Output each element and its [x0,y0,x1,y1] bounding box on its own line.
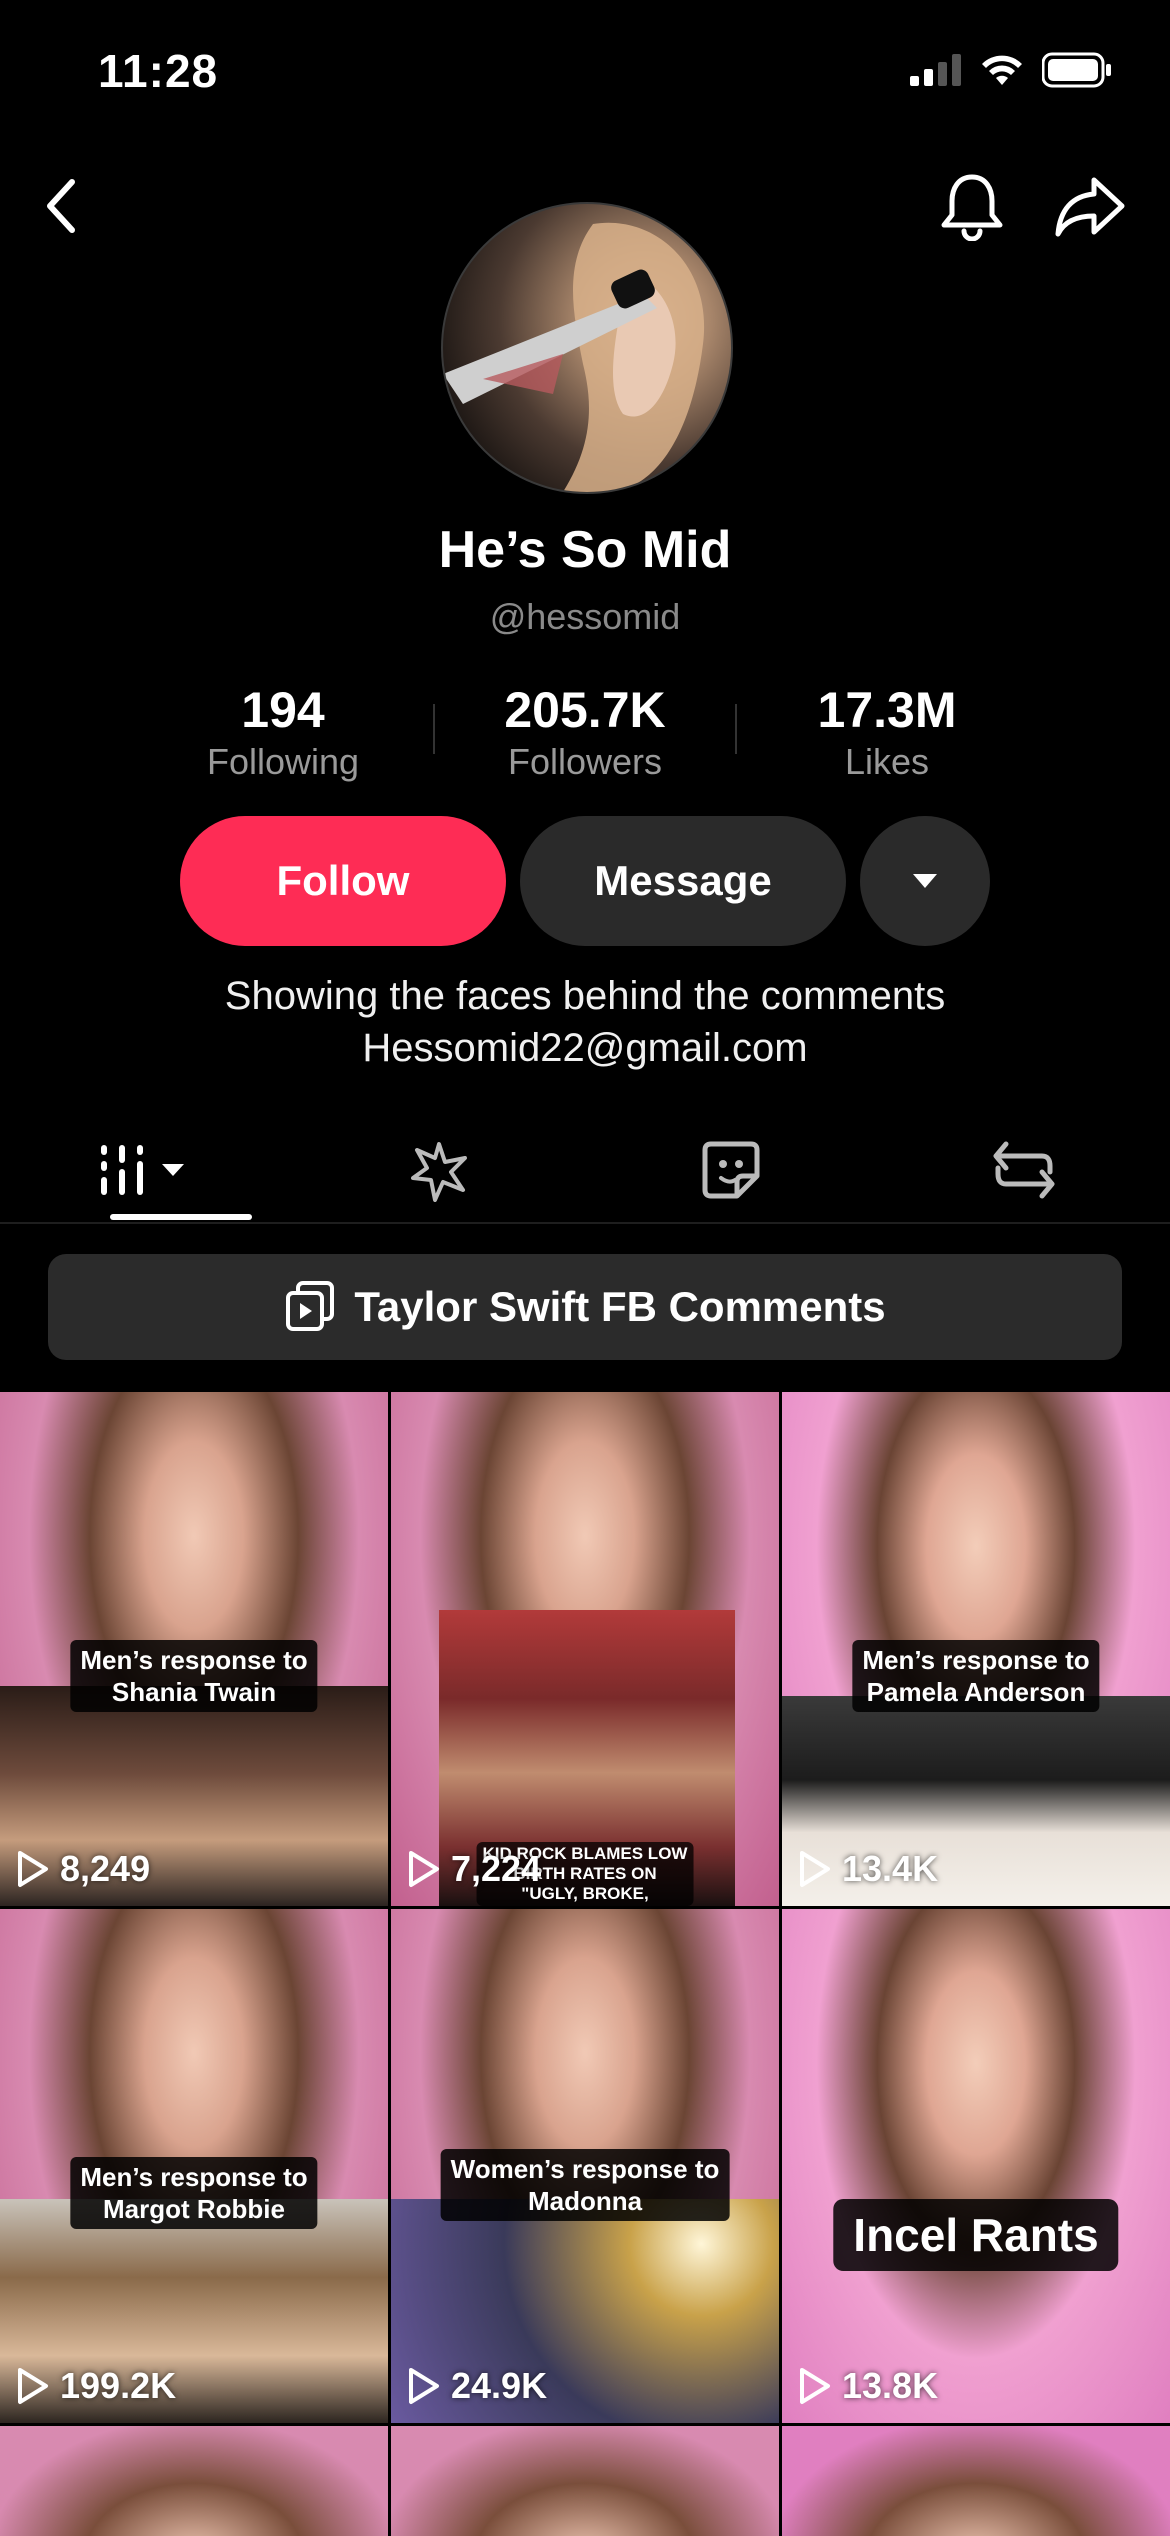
status-icons [910,52,1112,88]
avatar-image [443,204,731,492]
profile-bio: Showing the faces behind the comments He… [0,970,1170,1074]
video-tile[interactable] [391,2426,779,2536]
video-tile[interactable]: Men’s response to Pamela Anderson 13.4K [782,1392,1170,1906]
video-tile[interactable]: Men’s response to Margot Robbie 199.2K [0,1909,388,2423]
profile-stats: 194 Following 205.7K Followers 17.3M Lik… [0,680,1170,784]
display-name: He’s So Mid [0,520,1170,580]
playlist-button[interactable]: Taylor Swift FB Comments [48,1254,1122,1360]
video-thumbnail [391,2426,779,2536]
video-thumbnail [782,1909,1170,2423]
play-icon [16,2367,50,2405]
likes-count: 17.3M [737,680,1037,740]
video-tile[interactable]: Men’s response to Shania Twain 8,249 [0,1392,388,1906]
play-icon [16,1850,50,1888]
caption-line: Pamela Anderson [867,1677,1086,1707]
followers-count: 205.7K [435,680,735,740]
status-time: 11:28 [98,44,218,98]
view-count: 7,224 [407,1848,541,1890]
tab-effects[interactable] [293,1120,586,1220]
video-tile[interactable]: Women’s response to Madonna 24.9K [391,1909,779,2423]
view-count: 199.2K [16,2365,176,2407]
video-tile[interactable] [782,2426,1170,2536]
likes-label: Likes [737,740,1037,784]
tab-reposts[interactable] [878,1120,1170,1220]
video-thumbnail [0,2426,388,2536]
video-caption: Men’s response to Margot Robbie [70,2157,317,2229]
caption-line: Men’s response to [80,1645,307,1675]
back-button[interactable] [22,166,102,246]
profile-avatar[interactable] [441,202,733,494]
following-count: 194 [133,680,433,740]
stat-likes[interactable]: 17.3M Likes [737,680,1037,784]
view-count: 8,249 [16,1848,150,1890]
video-caption: Men’s response to Shania Twain [70,1640,317,1712]
share-button[interactable] [1050,166,1130,246]
action-buttons: Follow Message [0,816,1170,946]
caption-line: Madonna [528,2186,642,2216]
view-count-label: 13.8K [842,2365,938,2407]
view-count-label: 199.2K [60,2365,176,2407]
view-count: 24.9K [407,2365,547,2407]
following-label: Following [133,740,433,784]
battery-icon [1042,52,1112,88]
video-tile[interactable] [0,2426,388,2536]
view-count: 13.4K [798,1848,938,1890]
view-count: 13.8K [798,2365,938,2407]
tabs-divider [0,1222,1170,1224]
tab-stickers[interactable] [585,1120,878,1220]
play-icon [407,1850,441,1888]
sticker-icon [701,1140,761,1200]
caption-line: Women’s response to [451,2154,720,2184]
video-caption: Women’s response to Madonna [441,2149,730,2221]
content-tabs [0,1120,1170,1220]
caption-line: Men’s response to [862,1645,1089,1675]
followers-label: Followers [435,740,735,784]
play-icon [407,2367,441,2405]
repost-icon [992,1140,1056,1200]
video-thumbnail [782,2426,1170,2536]
chevron-left-icon [42,178,82,234]
view-count-label: 13.4K [842,1848,938,1890]
video-caption: Men’s response to Pamela Anderson [852,1640,1099,1712]
view-count-label: 24.9K [451,2365,547,2407]
play-icon [798,1850,832,1888]
wifi-icon [980,53,1024,87]
playlist-label: Taylor Swift FB Comments [354,1283,885,1331]
bell-icon [940,171,1004,241]
signal-icon [910,54,962,86]
view-count-label: 8,249 [60,1848,150,1890]
suggested-accounts-button[interactable] [860,816,990,946]
stat-following[interactable]: 194 Following [133,680,433,784]
play-icon [798,2367,832,2405]
message-button[interactable]: Message [520,816,846,946]
active-tab-indicator [110,1214,252,1220]
playlist-icon [284,1281,336,1333]
caption-line: Margot Robbie [103,2194,285,2224]
share-arrow-icon [1054,174,1126,238]
video-caption: Incel Rants [833,2199,1118,2271]
caption-line: Men’s response to [80,2162,307,2192]
stat-followers[interactable]: 205.7K Followers [435,680,735,784]
view-count-label: 7,224 [451,1848,541,1890]
video-tile[interactable]: Incel Rants 13.8K [782,1909,1170,2423]
notifications-button[interactable] [932,166,1012,246]
tab-videos[interactable] [0,1120,293,1220]
username-handle: @hessomid [0,596,1170,638]
video-grid: Men’s response to Shania Twain 8,249 KID… [0,1392,1170,2536]
bio-email[interactable]: Hessomid22@gmail.com [0,1022,1170,1074]
follow-button[interactable]: Follow [180,816,506,946]
video-tile[interactable]: KID ROCK BLAMES LOW BIRTH RATES ON "UGLY… [391,1392,779,1906]
videos-grid-icon [98,1142,194,1198]
magic-effects-icon [407,1138,471,1202]
caption-line: Shania Twain [112,1677,276,1707]
bio-line: Showing the faces behind the comments [0,970,1170,1022]
caret-down-icon [912,873,938,889]
